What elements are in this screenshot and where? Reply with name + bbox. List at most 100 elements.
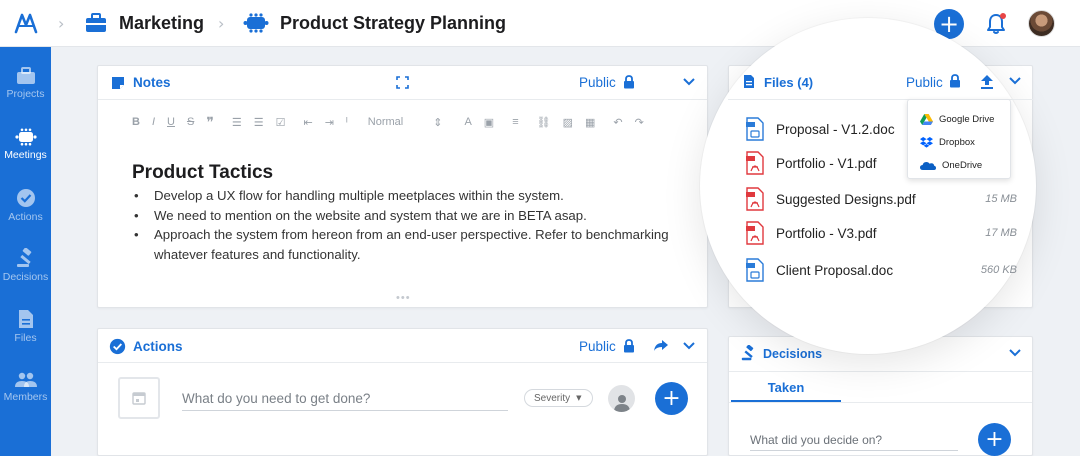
sidebar-item-projects[interactable]: Projects — [0, 67, 51, 100]
chevron-down-icon[interactable] — [1009, 349, 1021, 357]
note-icon — [112, 77, 124, 89]
lock-icon[interactable] — [623, 75, 635, 89]
sidebar-item-decisions[interactable]: Decisions — [0, 248, 51, 283]
note-bullet: Develop a UX flow for handling multiple … — [132, 186, 692, 206]
breadcrumb-separator-icon: › — [218, 14, 225, 33]
file-name: Portfolio - V3.pdf — [776, 226, 877, 241]
sidebar-item-actions[interactable]: Actions — [0, 188, 51, 223]
video-icon[interactable]: ▦ — [585, 116, 595, 129]
underline-icon[interactable]: U — [167, 116, 175, 128]
expand-icon[interactable] — [396, 76, 409, 89]
checklist-icon[interactable]: ☑ — [276, 116, 286, 129]
sidebar-item-label: Actions — [8, 211, 43, 223]
italic-icon[interactable]: I — [152, 116, 155, 128]
note-bullet: We need to mention on the website and sy… — [132, 206, 692, 226]
note-heading[interactable]: Product Tactics — [132, 162, 273, 184]
menu-item-onedrive[interactable]: OneDrive — [920, 157, 982, 173]
file-name: Suggested Designs.pdf — [776, 192, 916, 207]
notification-dot — [1000, 13, 1006, 19]
user-avatar[interactable] — [1028, 10, 1055, 37]
assignee-avatar[interactable] — [608, 385, 635, 412]
clear-format-icon[interactable]: ᴵ — [346, 116, 348, 128]
due-date-picker[interactable] — [118, 377, 160, 419]
menu-item-label: Google Drive — [939, 113, 995, 125]
bold-icon[interactable]: B — [132, 116, 140, 128]
file-item[interactable]: Portfolio - V3.pdf 17 MB — [742, 219, 1017, 249]
breadcrumb-workspace[interactable]: Marketing — [119, 13, 204, 34]
text-color-icon[interactable]: A — [464, 116, 471, 128]
onedrive-icon — [920, 162, 936, 170]
file-icon — [18, 310, 33, 328]
file-icon — [744, 75, 754, 88]
add-action-button[interactable]: + — [655, 382, 688, 415]
notes-visibility[interactable]: Public — [579, 75, 616, 90]
google-drive-icon — [920, 113, 933, 125]
lock-icon[interactable] — [949, 74, 961, 88]
app-logo-icon[interactable] — [14, 12, 38, 34]
caret-down-icon: ▼ — [576, 394, 582, 402]
resize-handle-icon[interactable]: ••• — [396, 292, 411, 304]
meeting-icon — [243, 13, 269, 33]
files-visibility[interactable]: Public — [906, 75, 943, 90]
quote-icon[interactable]: ❞ — [206, 114, 214, 131]
check-circle-icon — [16, 189, 35, 207]
pdf-file-icon — [746, 187, 764, 211]
strikethrough-icon[interactable]: S — [187, 116, 194, 128]
decision-input[interactable] — [750, 429, 958, 451]
share-icon[interactable] — [653, 339, 669, 352]
indent-icon[interactable]: ⇥ — [325, 116, 334, 129]
sidebar-item-label: Members — [3, 391, 48, 403]
sidebar-item-files[interactable]: Files — [0, 309, 51, 344]
pdf-file-icon — [746, 221, 764, 245]
check-circle-icon — [109, 338, 126, 355]
action-input[interactable] — [182, 387, 508, 411]
meeting-icon — [14, 128, 37, 146]
sidebar: Projects Meetings Actions Decisions File… — [0, 47, 51, 456]
add-decision-button[interactable]: + — [978, 423, 1011, 456]
calendar-icon — [132, 392, 146, 405]
chevron-down-icon[interactable] — [1009, 77, 1021, 85]
severity-select[interactable]: Severity ▼ — [524, 389, 593, 407]
chevron-down-icon[interactable] — [683, 78, 695, 86]
breadcrumb-separator-icon: › — [58, 14, 65, 33]
actions-card: Actions Public Severity ▼ + — [97, 328, 708, 456]
tab-divider — [729, 402, 1032, 403]
people-icon — [14, 372, 37, 387]
upload-icon[interactable] — [980, 74, 994, 89]
briefcase-icon — [86, 13, 106, 32]
align-icon[interactable]: ≡ — [512, 116, 518, 128]
highlight-icon[interactable]: ▣ — [484, 116, 494, 129]
link-icon[interactable]: ⛓ — [537, 116, 551, 129]
note-bullet-list[interactable]: Develop a UX flow for handling multiple … — [132, 186, 692, 264]
menu-item-dropbox[interactable]: Dropbox — [920, 134, 975, 150]
menu-item-google-drive[interactable]: Google Drive — [920, 111, 994, 127]
doc-file-icon — [746, 258, 764, 282]
upload-source-menu: Google Drive Dropbox OneDrive — [907, 99, 1011, 179]
ordered-list-icon[interactable]: ☰ — [232, 116, 242, 129]
undo-icon[interactable]: ↶ — [613, 116, 622, 129]
redo-icon[interactable]: ↷ — [635, 116, 644, 129]
file-name: Portfolio - V1.pdf — [776, 156, 877, 171]
image-icon[interactable]: ▨ — [563, 116, 573, 129]
actions-visibility[interactable]: Public — [579, 339, 616, 354]
style-select-caret-icon[interactable]: ⇕ — [433, 116, 442, 129]
sidebar-item-members[interactable]: Members — [0, 372, 51, 403]
style-select[interactable]: Normal — [368, 116, 403, 128]
file-item[interactable]: Suggested Designs.pdf 15 MB — [742, 185, 1017, 215]
file-size: 15 MB — [985, 193, 1017, 205]
files-header: Files (4) Public — [728, 65, 1033, 99]
notes-header: Notes Public — [98, 66, 707, 100]
chevron-down-icon[interactable] — [683, 342, 695, 350]
bullet-list-icon[interactable]: ☰ — [254, 116, 264, 129]
file-size: 17 MB — [985, 227, 1017, 239]
actions-title: Actions — [133, 339, 183, 354]
files-title: Files (4) — [764, 75, 814, 90]
severity-label: Severity — [534, 392, 571, 404]
pdf-file-icon — [746, 151, 764, 175]
file-item[interactable]: Client Proposal.doc 560 KB — [742, 256, 1017, 286]
lock-icon[interactable] — [623, 339, 635, 353]
outdent-icon[interactable]: ⇤ — [303, 116, 312, 129]
notes-card: Notes Public B I U S ❞ ☰ ☰ ☑ ⇤ ⇥ ᴵ Norma… — [97, 65, 708, 308]
sidebar-item-meetings[interactable]: Meetings — [0, 128, 51, 161]
tab-taken[interactable]: Taken — [731, 372, 841, 402]
